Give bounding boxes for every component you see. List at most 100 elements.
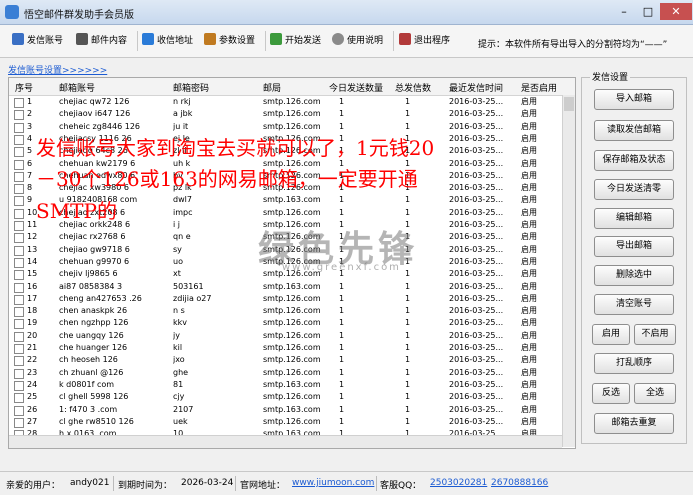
table-cell: 20 [27, 330, 38, 340]
scroll-thumb[interactable] [564, 97, 574, 111]
shuffle-button[interactable]: 打乱顺序 [594, 353, 674, 374]
header-server[interactable]: 邮局 [263, 81, 281, 94]
toolbar-account-button[interactable]: 发信账号 [12, 32, 63, 50]
site-link[interactable]: www.jiumoon.com [292, 478, 374, 488]
table-cell: ju it [173, 121, 189, 131]
table-cell: smtp.126.com [263, 207, 321, 217]
row-checkbox[interactable] [14, 405, 24, 416]
table-cell: 1 [339, 281, 345, 291]
table-cell: 2016-03-25... [449, 207, 504, 217]
qq-link-1[interactable]: 2503020281 [430, 478, 487, 488]
table-row[interactable]: 2 chejiaov i647 126 a jbk smtp.126.com 1 1 201… [9, 108, 575, 121]
table-cell: 17 [27, 293, 38, 303]
row-checkbox[interactable] [14, 221, 24, 231]
table-cell: 2016-03-25... [449, 170, 504, 180]
row-checkbox[interactable] [14, 159, 24, 170]
load-accounts-button[interactable]: 读取发信邮箱 [594, 120, 674, 141]
table-cell: 26 [27, 404, 38, 414]
table-row[interactable]: 18 chen anaskpk 26 n s smtp.126.com 1 1 2016-0… [9, 305, 575, 318]
toolbar-exit-button[interactable]: 退出程序 [399, 32, 450, 50]
export-accounts-button[interactable]: 导出邮箱 [594, 236, 674, 257]
table-row[interactable]: 19 chen ngzhpp 126 kkv smtp.126.com 1 1 2016-0… [9, 317, 575, 330]
edit-account-button[interactable]: 编辑邮箱 [594, 208, 674, 229]
row-checkbox[interactable] [14, 282, 24, 293]
row-checkbox[interactable] [14, 331, 24, 342]
table-row[interactable]: 1 chejiac qw72 126 n rkj smtp.126.com 1 1 2016… [9, 96, 575, 108]
row-checkbox[interactable] [14, 356, 24, 367]
dedupe-accounts-button[interactable]: 邮箱去重复 [594, 413, 674, 434]
table-row[interactable]: 16 ai87 0858384 3 503161 smtp.163.com 1 1 2016… [9, 281, 575, 293]
row-checkbox[interactable] [14, 270, 24, 281]
row-checkbox[interactable] [14, 393, 24, 404]
header-today-count[interactable]: 今日发送数量 [329, 81, 383, 94]
row-checkbox[interactable] [14, 368, 24, 379]
row-checkbox[interactable] [14, 319, 24, 330]
account-group-label[interactable]: 发信账号设置>>>>>> [8, 63, 107, 76]
select-all-button[interactable]: 全选 [634, 383, 676, 404]
header-last-time[interactable]: 最近发信时间 [449, 81, 503, 94]
header-enabled[interactable]: 是否启用 [521, 81, 557, 94]
delete-selected-button[interactable]: 删除选中 [594, 265, 674, 286]
enable-button[interactable]: 启用 [592, 324, 630, 345]
row-checkbox[interactable] [14, 171, 24, 182]
table-row[interactable]: 27 cl ghe rw8510 126 uek smtp.126.com 1 1 2016… [9, 416, 575, 428]
table-cell: 启用 [521, 97, 537, 106]
table-cell: ch zhuanl @126 [59, 367, 124, 377]
row-checkbox[interactable] [14, 417, 24, 428]
toolbar-send-button[interactable]: 开始发送 [270, 32, 321, 50]
invert-selection-button[interactable]: 反选 [592, 383, 630, 404]
header-account[interactable]: 邮箱账号 [59, 81, 95, 94]
table-row[interactable]: 22 ch heoseh 126 jxo smtp.126.com 1 1 2016-03-… [9, 354, 575, 367]
row-checkbox[interactable] [14, 307, 24, 318]
save-accounts-button[interactable]: 保存邮箱及状态 [594, 150, 674, 171]
row-checkbox[interactable] [14, 122, 24, 133]
row-checkbox[interactable] [14, 380, 24, 391]
table-cell: 启用 [521, 367, 537, 377]
title-bar: 悟空邮件群发助手会员版 – □ ✕ [0, 0, 693, 25]
row-checkbox[interactable] [14, 344, 24, 354]
toolbar-content-button[interactable]: 邮件内容 [76, 32, 127, 50]
horizontal-scrollbar[interactable] [9, 435, 562, 448]
row-checkbox[interactable] [14, 184, 24, 195]
reset-today-button[interactable]: 今日发送清零 [594, 179, 674, 200]
import-accounts-button[interactable]: 导入邮箱 [594, 89, 674, 110]
table-cell: 1 [339, 355, 345, 365]
row-checkbox[interactable] [14, 147, 24, 158]
table-cell: 81 [173, 379, 184, 389]
row-checkbox[interactable] [14, 233, 24, 244]
status-separator [113, 476, 114, 491]
toolbar-settings-button[interactable]: 参数设置 [204, 32, 255, 50]
toolbar-address-button[interactable]: 收信地址 [142, 32, 193, 50]
table-row[interactable]: 3 cheheic zg8446 126 ju it smtp.126.com 1 1 20… [9, 121, 575, 133]
table-row[interactable]: 23 ch zhuanl @126 ghe smtp.126.com 1 1 2016-03… [9, 367, 575, 379]
minimize-button[interactable]: – [612, 3, 636, 20]
row-checkbox[interactable] [14, 245, 24, 256]
disable-button[interactable]: 不启用 [634, 324, 676, 345]
row-checkbox[interactable] [14, 98, 24, 108]
row-checkbox[interactable] [14, 196, 24, 207]
clear-accounts-button[interactable]: 清空账号 [594, 294, 674, 315]
close-button[interactable]: ✕ [660, 3, 692, 20]
row-checkbox[interactable] [14, 134, 24, 145]
vertical-scrollbar[interactable] [562, 95, 575, 447]
header-index[interactable]: 序号 [15, 81, 33, 94]
table-cell: smtp.126.com [263, 109, 321, 119]
header-total-count[interactable]: 总发信数 [395, 81, 431, 94]
row-checkbox[interactable] [14, 110, 24, 121]
table-row[interactable]: 20 che uangqy 126 jy smtp.126.com 1 1 2016-03… [9, 330, 575, 342]
maximize-button[interactable]: □ [636, 3, 660, 20]
table-row[interactable]: 24 k d0801f com 81 smtp.163.com 1 1 2016-03-25… [9, 379, 575, 391]
table-cell: 1 [405, 281, 411, 291]
row-checkbox[interactable] [14, 208, 24, 219]
table-row[interactable]: 25 cl ghell 5998 126 cjy smtp.126.com 1 1 2016… [9, 391, 575, 404]
header-password[interactable]: 邮箱密码 [173, 81, 209, 94]
table-row[interactable]: 21 che huanger 126 kil smtp.126.com 1 1 2016-0… [9, 342, 575, 354]
toolbar-help-button[interactable]: 使用说明 [332, 32, 383, 50]
row-checkbox[interactable] [14, 257, 24, 268]
table-row[interactable]: 26 1: f470 3 .com 2107 smtp.163.com 1 1 2016-0… [9, 404, 575, 416]
table-cell: 启用 [521, 109, 537, 119]
row-checkbox[interactable] [14, 294, 24, 305]
table-row[interactable]: 17 cheng an427653 .26 zdijia o27 smtp.126.c… [9, 293, 575, 305]
table-cell: 1 [339, 109, 345, 119]
qq-link-2[interactable]: 2670888166 [491, 478, 548, 488]
